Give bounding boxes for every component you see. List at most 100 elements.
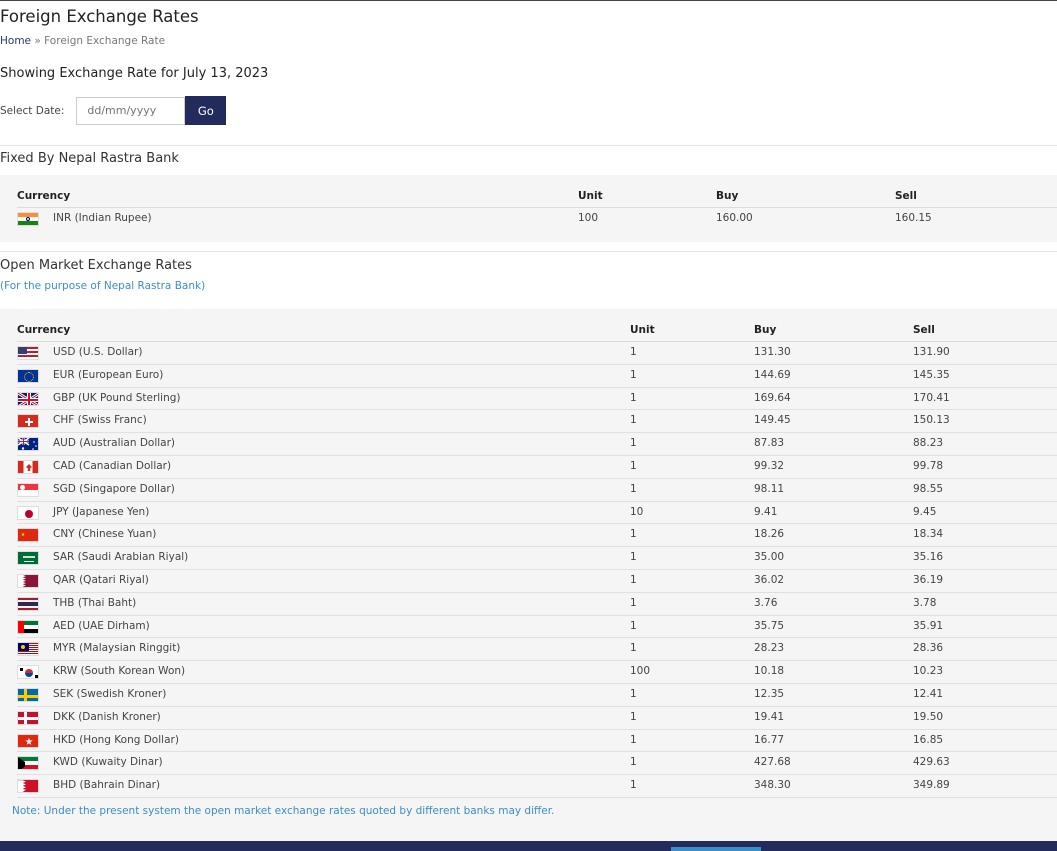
saudi-arabia-flag-icon (17, 551, 39, 566)
bahrain-flag-icon (17, 779, 39, 794)
buy-value: 19.41 (754, 710, 785, 723)
currency-name: CNY (Chinese Yuan) (53, 528, 157, 541)
currency-name: CAD (Canadian Dollar) (53, 460, 172, 472)
header-currency: Currency (17, 190, 71, 202)
sell-value: 429.63 (913, 756, 950, 769)
sell-value: 18.34 (913, 528, 944, 541)
unit-value: 1 (630, 414, 637, 427)
buy-value: 160.00 (716, 212, 753, 224)
unit-value: 1 (630, 619, 637, 632)
currency-name: SGD (Singapore Dollar) (53, 482, 175, 495)
currency-name: KWD (Kuwaity Dinar) (53, 756, 163, 769)
sell-value: 35.16 (913, 551, 944, 564)
table-row: SAR (Saudi Arabian Riyal) 1 35.00 35.16 (17, 547, 1057, 570)
sell-value: 10.23 (913, 665, 944, 678)
currency-name: GBP (UK Pound Sterling) (53, 391, 181, 404)
market-rates-note: Note: Under the present system the open … (12, 805, 555, 817)
header-sell: Sell (895, 190, 917, 202)
buy-value: 98.11 (754, 482, 785, 495)
breadcrumb-current: Foreign Exchange Rate (44, 35, 166, 47)
table-row: GBP (UK Pound Sterling) 1 169.64 170.41 (17, 388, 1057, 411)
buy-value: 18.26 (754, 528, 785, 541)
currency-name: JPY (Japanese Yen) (53, 505, 150, 518)
table-row: CAD (Canadian Dollar) 1 99.32 99.78 (17, 456, 1057, 479)
sell-value: 28.36 (913, 642, 944, 655)
unit-value: 100 (578, 212, 599, 224)
buy-value: 35.75 (754, 619, 785, 632)
buy-value: 9.41 (754, 505, 778, 518)
eu-flag-icon (17, 368, 39, 383)
breadcrumb-home-link[interactable]: Home (0, 35, 31, 47)
india-flag-icon (17, 212, 39, 226)
unit-value: 1 (630, 756, 637, 769)
currency-name: THB (Thai Baht) (53, 596, 137, 609)
currency-name: AUD (Australian Dollar) (53, 437, 176, 450)
go-button[interactable]: Go (185, 96, 227, 125)
table-row: CNY (Chinese Yuan) 1 18.26 18.34 (17, 524, 1057, 548)
currency-name: HKD (Hong Kong Dollar) (53, 733, 179, 746)
sell-value: 98.55 (913, 482, 944, 495)
buy-value: 3.76 (754, 596, 778, 609)
sell-value: 131.90 (913, 346, 950, 358)
open-table-header: Currency Unit Buy Sell (17, 321, 1057, 342)
malaysia-flag-icon (17, 642, 39, 657)
footer-bar (0, 841, 1057, 851)
top-border (0, 0, 1057, 1)
unit-value: 1 (630, 551, 637, 564)
currency-name: BHD (Bahrain Dinar) (53, 779, 161, 792)
unit-value: 1 (630, 596, 637, 609)
china-flag-icon (17, 528, 39, 543)
header-buy: Buy (716, 190, 739, 202)
breadcrumb-separator: » (34, 35, 41, 47)
buy-value: 36.02 (754, 574, 785, 586)
unit-value: 100 (630, 665, 651, 678)
currency-name: USD (U.S. Dollar) (53, 346, 143, 358)
switzerland-flag-icon (17, 414, 39, 429)
buy-value: 99.32 (754, 460, 785, 472)
open-market-rates-table: Currency Unit Buy Sell USD (U.S. Dollar)… (0, 309, 1057, 841)
unit-value: 1 (630, 733, 637, 746)
buy-value: 348.30 (754, 779, 791, 792)
unit-value: 1 (630, 779, 637, 792)
currency-name: INR (Indian Rupee) (53, 212, 152, 224)
sell-value: 36.19 (913, 574, 944, 586)
sell-value: 88.23 (913, 437, 944, 450)
table-row: QAR (Qatari Riyal) 1 36.02 36.19 (17, 570, 1057, 593)
denmark-flag-icon (17, 710, 39, 725)
buy-value: 16.77 (754, 733, 785, 746)
hong-kong-flag-icon (17, 733, 39, 748)
buy-value: 10.18 (754, 665, 785, 678)
australia-flag-icon (17, 437, 39, 452)
table-row: EUR (European Euro) 1 144.69 145.35 (17, 365, 1057, 388)
unit-value: 1 (630, 391, 637, 404)
sell-value: 150.13 (913, 414, 950, 427)
sell-value: 99.78 (913, 460, 944, 472)
buy-value: 12.35 (754, 688, 785, 700)
header-unit: Unit (630, 324, 655, 336)
open-market-section-title: Open Market Exchange Rates (0, 258, 192, 273)
table-row: SGD (Singapore Dollar) 1 98.11 98.55 (17, 479, 1057, 502)
table-row: JPY (Japanese Yen) 10 9.41 9.45 (17, 502, 1057, 525)
kuwait-flag-icon (17, 756, 39, 771)
unit-value: 1 (630, 574, 637, 586)
sell-value: 3.78 (913, 596, 937, 609)
open-market-subtitle: (For the purpose of Nepal Rastra Bank) (0, 280, 206, 292)
currency-name: SAR (Saudi Arabian Riyal) (53, 551, 189, 564)
fixed-table-header: Currency Unit Buy Sell (17, 187, 1057, 208)
unit-value: 1 (630, 437, 637, 450)
header-unit: Unit (578, 190, 603, 202)
date-input[interactable] (76, 96, 186, 125)
buy-value: 169.64 (754, 391, 791, 404)
footer-tab[interactable] (671, 847, 761, 851)
table-row: DKK (Danish Kroner) 1 19.41 19.50 (17, 707, 1057, 730)
unit-value: 1 (630, 688, 637, 700)
divider (0, 251, 1057, 252)
fixed-section-title: Fixed By Nepal Rastra Bank (0, 151, 179, 166)
header-buy: Buy (754, 324, 777, 336)
currency-name: AED (UAE Dirham) (53, 619, 150, 632)
currency-name: DKK (Danish Kroner) (53, 710, 161, 723)
unit-value: 1 (630, 710, 637, 723)
currency-name: EUR (European Euro) (53, 368, 164, 381)
singapore-flag-icon (17, 482, 39, 497)
unit-value: 1 (630, 642, 637, 655)
